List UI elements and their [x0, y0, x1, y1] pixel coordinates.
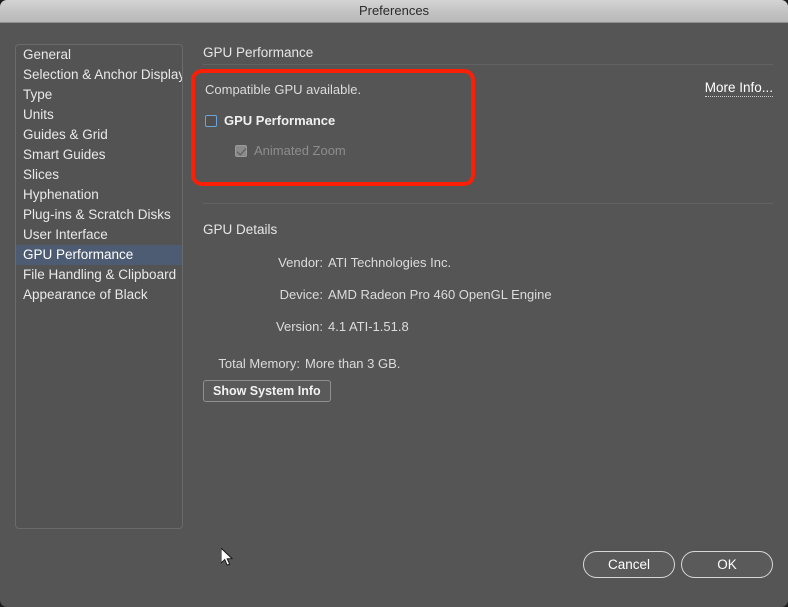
show-system-info-button[interactable]: Show System Info: [203, 380, 331, 402]
detail-label: Version:: [276, 319, 323, 334]
detail-row: Device: AMD Radeon Pro 460 OpenGL Engine: [203, 287, 633, 302]
detail-value: 4.1 ATI-1.51.8: [328, 319, 409, 334]
cancel-button[interactable]: Cancel: [583, 551, 675, 578]
sidebar-item-file-handling-clipboard[interactable]: File Handling & Clipboard: [16, 265, 182, 285]
ok-button[interactable]: OK: [681, 551, 773, 578]
preferences-category-list[interactable]: General Selection & Anchor Display Type Uni…: [15, 44, 183, 529]
detail-value: More than 3 GB.: [305, 356, 401, 371]
detail-value: AMD Radeon Pro 460 OpenGL Engine: [328, 287, 552, 302]
gpu-compatibility-status: Compatible GPU available.: [205, 82, 362, 97]
detail-value: ATI Technologies Inc.: [328, 255, 452, 270]
sidebar-item-units[interactable]: Units: [16, 105, 182, 125]
detail-label: Device:: [279, 287, 323, 302]
animated-zoom-checkbox-row: Animated Zoom: [235, 143, 346, 158]
sidebar-item-appearance-of-black[interactable]: Appearance of Black: [16, 285, 182, 305]
gpu-details-section-header: GPU Details: [203, 222, 278, 237]
animated-zoom-checkbox-label: Animated Zoom: [254, 143, 346, 158]
sidebar-item-general[interactable]: General: [16, 45, 182, 65]
detail-row: Version: 4.1 ATI-1.51.8: [203, 319, 633, 334]
gpu-performance-checkbox[interactable]: [205, 114, 217, 127]
window-title: Preferences: [358, 3, 430, 18]
sidebar-item-plug-ins-scratch-disks[interactable]: Plug-ins & Scratch Disks: [16, 205, 182, 225]
window-titlebar: Preferences: [0, 0, 788, 23]
section-divider-top: [203, 64, 773, 65]
mouse-cursor: [221, 548, 234, 566]
detail-label: Vendor:: [278, 255, 323, 270]
more-info-link[interactable]: More Info...: [704, 80, 773, 97]
detail-row: Total Memory: More than 3 GB.: [203, 356, 633, 371]
sidebar-item-user-interface[interactable]: User Interface: [16, 225, 182, 245]
animated-zoom-checkbox: [235, 144, 247, 157]
sidebar-item-smart-guides[interactable]: Smart Guides: [16, 145, 182, 165]
sidebar-item-hyphenation[interactable]: Hyphenation: [16, 185, 182, 205]
gpu-performance-checkbox-label: GPU Performance: [224, 113, 336, 128]
gpu-performance-checkbox-row[interactable]: GPU Performance: [205, 113, 335, 128]
sidebar-item-selection-anchor-display[interactable]: Selection & Anchor Display: [16, 65, 182, 85]
detail-row: Vendor: ATI Technologies Inc.: [203, 255, 633, 270]
detail-label: Total Memory:: [218, 356, 300, 371]
sidebar-item-guides-grid[interactable]: Guides & Grid: [16, 125, 182, 145]
sidebar-item-type[interactable]: Type: [16, 85, 182, 105]
section-divider-bottom: [203, 203, 773, 204]
gpu-performance-section-header: GPU Performance: [203, 45, 314, 60]
preferences-window: Preferences General Selection & Anchor Di…: [0, 0, 788, 607]
sidebar-item-slices[interactable]: Slices: [16, 165, 182, 185]
sidebar-item-gpu-performance[interactable]: GPU Performance: [16, 245, 182, 265]
